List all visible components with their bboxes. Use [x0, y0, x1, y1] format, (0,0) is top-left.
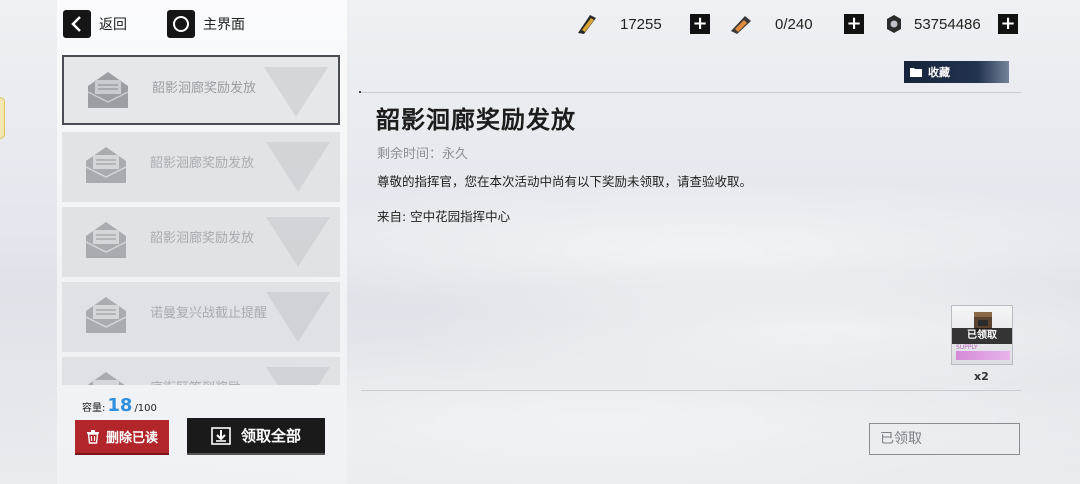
stamina-ration-icon	[731, 16, 751, 34]
back-button[interactable]: 返回	[63, 10, 127, 38]
chevron-left-icon	[63, 10, 91, 38]
chevron-decoration	[266, 367, 330, 385]
envelope-icon	[87, 372, 125, 385]
divider	[361, 92, 1021, 93]
delete-read-button[interactable]: 删除已读	[75, 420, 169, 453]
resource-stamina: 0/240	[728, 13, 813, 35]
claimed-button[interactable]: 已领取	[869, 423, 1020, 455]
capacity-current: 18	[107, 395, 133, 416]
envelope-icon	[85, 147, 127, 183]
mail-item[interactable]: 韶影洄廊奖励发放	[62, 55, 340, 125]
add-ammo-button[interactable]: +	[690, 14, 710, 34]
trash-icon	[86, 430, 99, 444]
mail-list: 韶影洄廊奖励发放 韶影洄廊奖励发放 韶影洄廊奖励发放 诺曼复兴战截止提醒	[62, 55, 340, 385]
delete-read-label: 删除已读	[105, 431, 158, 446]
envelope-icon	[85, 222, 127, 258]
claim-all-button[interactable]: 领取全部	[187, 418, 325, 453]
chevron-decoration	[264, 67, 328, 117]
side-drawer-tab[interactable]	[0, 97, 5, 139]
mail-item[interactable]: 韶影洄廊奖励发放	[62, 132, 340, 202]
resource-coin-value: 53754486	[914, 15, 981, 33]
envelope-icon	[87, 72, 129, 108]
folder-icon	[910, 68, 922, 77]
download-icon	[211, 426, 231, 445]
supply-label: SUPPLY	[956, 344, 978, 351]
mail-detail-title: 韶影洄廊奖励发放	[376, 106, 576, 134]
mail-title: 韶影洄廊奖励发放	[150, 231, 255, 246]
mail-title: 韶影洄廊奖励发放	[152, 81, 257, 96]
resource-ammo: 17255	[574, 13, 662, 35]
mail-sender: 来自: 空中花园指挥中心	[377, 209, 511, 224]
home-label: 主界面	[203, 17, 245, 33]
claimed-tag: 已领取	[952, 328, 1012, 344]
add-coin-button[interactable]: +	[998, 14, 1018, 34]
resource-stamina-value: 0/240	[775, 15, 813, 33]
add-stamina-button[interactable]: +	[844, 14, 864, 34]
home-circle-icon	[167, 10, 195, 38]
home-button[interactable]: 主界面	[167, 10, 245, 38]
chevron-decoration	[266, 142, 330, 192]
rarity-bar	[956, 351, 1010, 360]
capacity-max: /100	[134, 403, 157, 414]
resource-ammo-value: 17255	[620, 15, 662, 33]
decor-dot	[359, 91, 361, 93]
divider	[361, 390, 1021, 391]
favorite-label: 收藏	[928, 66, 950, 79]
mail-item[interactable]: 底街区签到奖励	[62, 357, 340, 385]
mail-title: 韶影洄廊奖励发放	[150, 156, 255, 171]
mail-title: 底街区签到奖励	[150, 377, 241, 385]
mail-title: 诺曼复兴战截止提醒	[150, 306, 268, 321]
mailbox-capacity: 容量: 18 /100	[82, 395, 157, 416]
back-label: 返回	[99, 17, 127, 33]
remaining-time: 剩余时间：永久	[377, 147, 469, 162]
reward-quantity: x2	[974, 370, 989, 383]
claim-all-label: 领取全部	[240, 427, 301, 445]
gear-coin-icon	[887, 15, 901, 33]
resource-coin: 53754486	[884, 13, 981, 35]
mail-item[interactable]: 诺曼复兴战截止提醒	[62, 282, 340, 352]
favorite-button[interactable]: 收藏	[904, 61, 1009, 83]
reward-item[interactable]: 已领取 SUPPLY	[951, 305, 1013, 365]
chevron-decoration	[266, 292, 330, 342]
chevron-decoration	[266, 217, 330, 267]
mail-body: 尊敬的指挥官，您在本次活动中尚有以下奖励未领取，请查验收取。	[377, 174, 753, 189]
capacity-label: 容量:	[82, 403, 106, 414]
envelope-icon	[85, 297, 127, 333]
mail-item[interactable]: 韶影洄廊奖励发放	[62, 207, 340, 277]
ammo-ticket-icon	[578, 15, 596, 34]
